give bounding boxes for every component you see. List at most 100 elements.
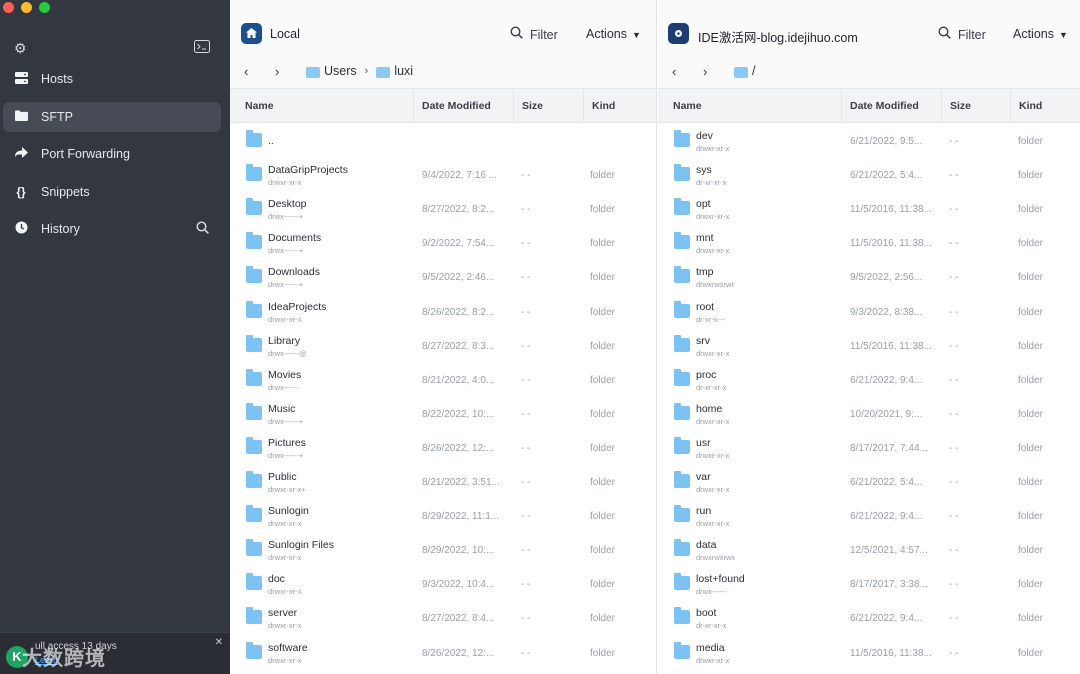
size-cell: - - [949, 306, 959, 318]
file-permissions: drwxr-xr-x [696, 519, 730, 529]
breadcrumb-item[interactable]: / [752, 64, 755, 78]
table-row[interactable]: Public drwxr-xr-x+ 8/21/2022, 3:51... - - fo… [230, 465, 656, 499]
file-name: home [696, 402, 723, 415]
close-icon[interactable]: ✕ [215, 637, 223, 648]
back-button[interactable]: ‹ [672, 64, 688, 79]
date-modified-cell: 11/5/2016, 11:38... [850, 647, 932, 659]
size-cell: - - [521, 408, 531, 420]
file-permissions: drwx------+ [268, 280, 304, 290]
table-row[interactable]: opt drwxr-xr-x 11/5/2016, 11:38... - - folde… [658, 192, 1080, 226]
column-kind[interactable]: Kind [583, 89, 656, 123]
table-row[interactable]: DataGripProjects drwxr-xr-x 9/4/2022, 7:16… [230, 158, 656, 192]
table-row[interactable]: home drwxr-xr-x 10/20/2021, 9:... - - folder [658, 397, 1080, 431]
close-window-button[interactable] [3, 2, 14, 13]
filter-label: Filter [530, 28, 558, 42]
breadcrumb-item[interactable]: Users [324, 64, 357, 78]
table-row[interactable]: Sunlogin Files drwxr-xr-x 8/29/2022, 10:..… [230, 533, 656, 567]
table-row[interactable]: Movies drwx------ 8/21/2022, 4:0... - - fold… [230, 363, 656, 397]
actions-button[interactable]: Actions ▼ [586, 27, 641, 41]
table-row[interactable]: var drwxr-xr-x 6/21/2022, 5:4... - - folder [658, 465, 1080, 499]
table-row[interactable]: root dr-xr-x--- 9/3/2022, 8:38... - - folder [658, 295, 1080, 329]
minimize-window-button[interactable] [21, 2, 32, 13]
table-row[interactable]: run drwxr-xr-x 6/21/2022, 9:4... - - folder [658, 499, 1080, 533]
file-permissions: dr-xr-x--- [696, 314, 726, 324]
forward-button[interactable]: › [275, 64, 291, 79]
zoom-window-button[interactable] [39, 2, 50, 13]
column-size[interactable]: Size [941, 89, 1011, 123]
sidebar-item-label: SFTP [41, 109, 73, 124]
file-name: var [696, 471, 711, 483]
folder-icon [674, 130, 690, 147]
column-date-modified[interactable]: Date Modified [841, 89, 941, 123]
file-name: Movies [268, 368, 302, 381]
sidebar-item-history[interactable]: History [3, 214, 221, 244]
file-name: boot [696, 607, 717, 620]
table-row[interactable]: usr drwxr-xr-x 8/17/2017, 7:44... - - folder [658, 431, 1080, 465]
table-row[interactable]: doc drwxr-xr-x 9/3/2022, 10:4... - - folder [230, 567, 656, 601]
table-row[interactable]: boot dr-xr-xr-x 6/21/2022, 9:4... - - folder [658, 601, 1080, 635]
column-date-modified[interactable]: Date Modified [413, 89, 513, 123]
kind-cell: folder [1018, 545, 1044, 557]
table-row[interactable]: dev drwxr-xr-x 6/21/2022, 9:5... - - folder [658, 124, 1080, 158]
folder-icon [246, 641, 262, 659]
folder-icon [14, 110, 28, 124]
search-icon[interactable] [196, 221, 209, 237]
size-cell: - - [949, 579, 959, 591]
folder-icon [674, 334, 690, 352]
file-name: srv [696, 334, 710, 347]
folder-icon [674, 641, 690, 659]
date-modified-cell: 12/5/2021, 4:57... [850, 545, 928, 557]
sidebar-toolbar: ⚙ [14, 40, 210, 58]
breadcrumb-item[interactable]: luxi [394, 64, 413, 78]
sidebar-item-sftp[interactable]: SFTP [3, 101, 221, 132]
table-row[interactable]: Library drwx------@ 8/27/2022, 8:3... - - fo… [230, 329, 656, 363]
gear-icon[interactable]: ⚙ [14, 40, 27, 57]
sidebar-item-port-forwarding[interactable]: Port Forwarding [3, 139, 221, 169]
table-row[interactable]: .. [230, 124, 656, 158]
actions-button[interactable]: Actions ▼ [1013, 27, 1068, 41]
column-name[interactable]: Name [658, 89, 842, 123]
forward-button[interactable]: › [703, 64, 719, 79]
table-row[interactable]: data drwxrwxrwx 12/5/2021, 4:57... - - folde… [658, 533, 1080, 567]
kind-cell: folder [1018, 204, 1044, 216]
sidebar-item-hosts[interactable]: Hosts [3, 64, 221, 94]
table-row[interactable]: proc dr-xr-xr-x 6/21/2022, 9:4... - - folder [658, 363, 1080, 397]
folder-icon [674, 232, 690, 250]
table-row[interactable]: server drwxr-xr-x 8/27/2022, 8:4... - - fold… [230, 601, 656, 635]
home-icon [241, 23, 262, 44]
filter-button[interactable]: Filter [510, 26, 558, 42]
terminal-icon[interactable] [194, 40, 210, 56]
column-kind[interactable]: Kind [1010, 89, 1080, 123]
kind-cell: folder [1018, 170, 1044, 182]
file-name: Documents [268, 232, 322, 245]
file-permissions: drwxr-xr-x [696, 144, 730, 153]
table-row[interactable]: srv drwxr-xr-x 11/5/2016, 11:38... - - folde… [658, 329, 1080, 363]
table-row[interactable]: Sunlogin drwxr-xr-x 8/29/2022, 11:1... - - f… [230, 499, 656, 533]
table-row[interactable]: Documents drwx------+ 9/2/2022, 7:54... - -… [230, 226, 656, 260]
file-name: DataGripProjects [268, 164, 348, 177]
size-cell: - - [949, 170, 959, 182]
column-size[interactable]: Size [513, 89, 583, 123]
table-row[interactable]: Downloads drwx------+ 9/5/2022, 2:46... - -… [230, 260, 656, 294]
table-row[interactable]: lost+found drwx------ 8/17/2017, 3:38... - … [658, 567, 1080, 601]
table-row[interactable]: media drwxr-xr-x 11/5/2016, 11:38... - - fol… [658, 636, 1080, 670]
table-row[interactable]: software drwxr-xr-x 8/26/2022, 12:... - - fo… [230, 636, 656, 670]
kind-cell: folder [1018, 477, 1044, 488]
table-row[interactable]: IdeaProjects drwxr-xr-x 8/26/2022, 8:2... -… [230, 295, 656, 329]
table-row[interactable]: Desktop drwx------+ 8/27/2022, 8:2... - - fo… [230, 192, 656, 226]
column-name[interactable]: Name [230, 89, 414, 123]
table-row[interactable]: mnt drwxr-xr-x 11/5/2016, 11:38... - - folde… [658, 226, 1080, 260]
table-row[interactable]: Pictures drwx------+ 8/26/2022, 12:... - - f… [230, 431, 656, 465]
date-modified-cell: 6/21/2022, 9:4... [850, 613, 923, 625]
back-button[interactable]: ‹ [244, 64, 260, 79]
folder-icon [674, 505, 690, 523]
sidebar-item-snippets[interactable]: {} Snippets [3, 177, 221, 207]
table-row[interactable]: tmp drwxrwxrwt 9/5/2022, 2:56... - - folder [658, 260, 1080, 294]
file-name: opt [696, 198, 711, 211]
table-row[interactable]: Music drwx------+ 8/22/2022, 10:... - - fold… [230, 397, 656, 431]
kind-cell: folder [590, 204, 616, 216]
kind-cell: folder [590, 442, 616, 454]
table-row[interactable]: sys dr-xr-xr-x 6/21/2022, 5:4... - - folder [658, 158, 1080, 192]
folder-icon [246, 471, 262, 488]
filter-button[interactable]: Filter [938, 26, 986, 42]
